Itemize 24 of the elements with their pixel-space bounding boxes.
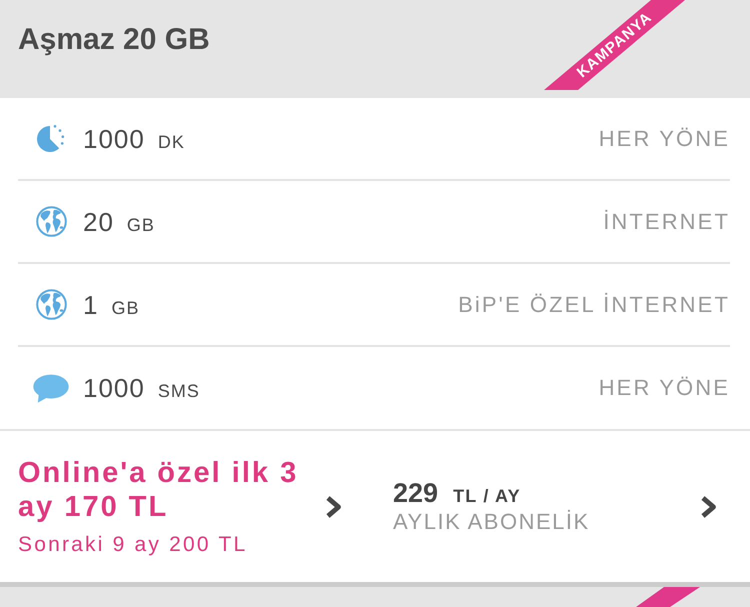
allowance-unit: GB [111,298,140,318]
allowance-scope: BiP'E ÖZEL İNTERNET [458,292,730,318]
allowance-unit: DK [158,132,185,152]
price-unit: TL / AY [453,486,521,506]
promo-note: Sonraki 9 ay 200 TL [18,532,248,558]
allowance-amount: 20 [83,206,114,236]
chat-bubble-icon [33,374,69,402]
globe-icon [36,206,66,237]
allowance-unit: SMS [158,381,200,402]
promo-headline: Online'a özel ilk 3 ay 170 TL [18,456,300,524]
chevron-right-icon[interactable] [325,494,342,518]
subscription-label: AYLIK ABONELİK [393,508,590,536]
allowance-scope: İNTERNET [603,208,730,234]
allowance-amount: 1000 [83,124,145,154]
plan-title: Aşmaz 20 GB [18,23,210,56]
allowance-amount: 1 [83,290,98,320]
allowance-scope: HER YÖNE [598,375,730,401]
allowance-scope: HER YÖNE [598,126,730,152]
allowance-amount: 1000 [83,373,145,403]
chevron-right-icon[interactable] [700,494,717,518]
globe-icon [36,289,66,320]
allowance-unit: GB [126,214,155,236]
clock-icon [36,124,66,154]
price-amount: 229 [393,478,438,508]
